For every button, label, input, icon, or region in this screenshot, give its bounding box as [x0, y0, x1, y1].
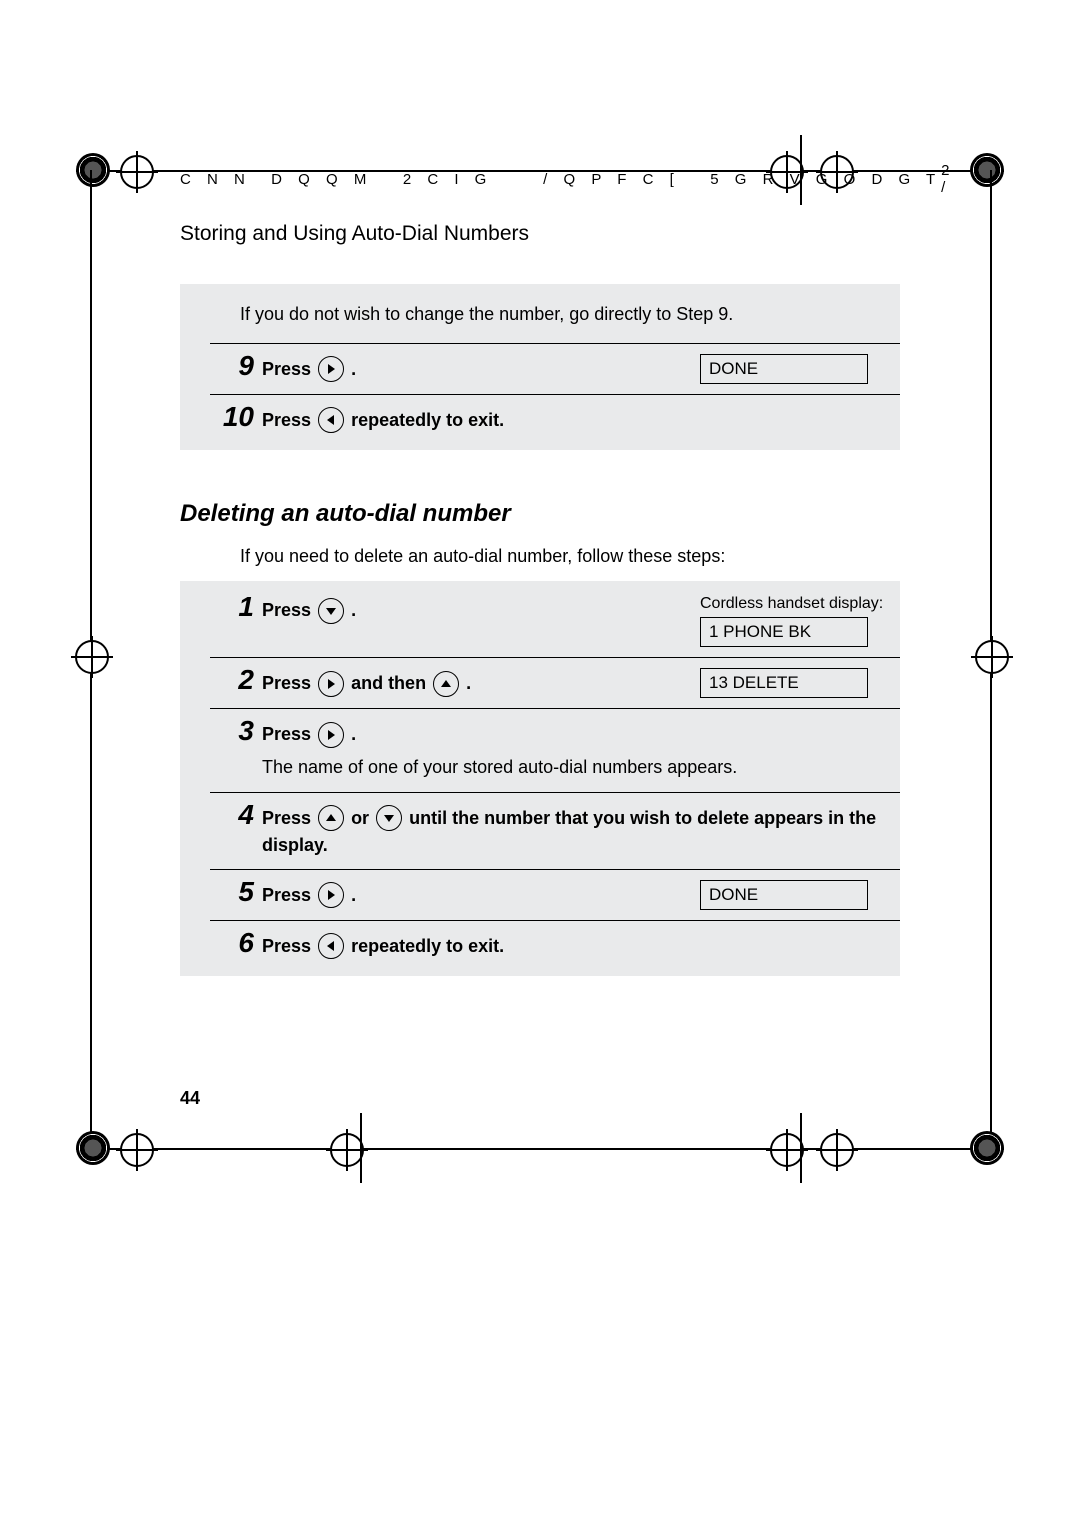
text: Press [262, 936, 316, 956]
text: or [351, 808, 374, 828]
text: Press [262, 808, 316, 828]
step-text: Press . [262, 719, 700, 748]
crosshair-icon [820, 1133, 854, 1167]
crosshair-icon [770, 1133, 804, 1167]
step-number: 4 [210, 801, 262, 829]
step-text: Press repeatedly to exit. [262, 931, 700, 960]
intro-text: If you need to delete an auto-dial numbe… [240, 546, 900, 567]
step-row: 4 Press or until the number that you wis… [210, 792, 900, 869]
up-arrow-icon [318, 805, 344, 831]
lcd-display: DONE [700, 354, 868, 384]
lcd-display: 1 PHONE BK [700, 617, 868, 647]
text: Press [262, 359, 316, 379]
up-arrow-icon [433, 671, 459, 697]
step-number: 6 [210, 929, 262, 957]
step-text: Press or until the number that you wish … [262, 803, 900, 859]
crosshair-icon [330, 1133, 364, 1167]
display-col: 13 DELETE [700, 668, 900, 698]
crosshair-icon [120, 155, 154, 189]
note-text: If you do not wish to change the number,… [180, 294, 900, 343]
step-number: 5 [210, 878, 262, 906]
step-block-a: If you do not wish to change the number,… [180, 284, 900, 450]
text: Press [262, 724, 316, 744]
right-arrow-icon [318, 356, 344, 382]
display-col: Cordless handset display: 1 PHONE BK [700, 595, 900, 647]
page-number: 44 [180, 1088, 200, 1109]
step-number: 2 [210, 666, 262, 694]
right-arrow-icon [318, 882, 344, 908]
step-text: Press . [262, 595, 700, 624]
left-arrow-icon [318, 407, 344, 433]
text: . [351, 359, 356, 379]
down-arrow-icon [376, 805, 402, 831]
registration-mark-icon [970, 1131, 1004, 1165]
step-row: 6 Press repeatedly to exit. [210, 920, 900, 970]
text: . [466, 673, 471, 693]
left-arrow-icon [318, 933, 344, 959]
text: and then [351, 673, 431, 693]
text: Press [262, 673, 316, 693]
lcd-display: 13 DELETE [700, 668, 868, 698]
step-block-b: 1 Press . Cordless handset display: 1 PH… [180, 581, 900, 976]
running-header: C N N D Q Q M 2 C I G / Q P F C [ 5 G R … [180, 162, 900, 196]
step-row: 1 Press . Cordless handset display: 1 PH… [210, 581, 900, 657]
step-text: Press . [262, 880, 700, 909]
registration-mark-icon [76, 1131, 110, 1165]
registration-mark-icon [76, 153, 110, 187]
step-row: 10 Press repeatedly to exit. [210, 394, 900, 444]
text: Press [262, 885, 316, 905]
text: Press [262, 410, 316, 430]
step-extra-text: The name of one of your stored auto-dial… [262, 749, 900, 792]
content: Storing and Using Auto-Dial Numbers If y… [180, 222, 900, 976]
step-text: Press repeatedly to exit. [262, 405, 700, 434]
page: C N N D Q Q M 2 C I G / Q P F C [ 5 G R … [0, 0, 1080, 1528]
crop-tick [360, 1113, 362, 1183]
section-title: Storing and Using Auto-Dial Numbers [180, 222, 900, 246]
text: . [351, 724, 356, 744]
display-label: Cordless handset display: [700, 595, 900, 613]
text: . [351, 885, 356, 905]
step-row: 2 Press and then . 13 DELETE [210, 657, 900, 708]
right-arrow-icon [318, 671, 344, 697]
header-left: C N N D Q Q M 2 C I G / Q P F C [ 5 G R … [180, 171, 941, 188]
text: repeatedly to exit. [351, 410, 504, 430]
text: repeatedly to exit. [351, 936, 504, 956]
crop-bar-bottom [76, 1148, 1004, 1150]
crosshair-icon [975, 640, 1009, 674]
step-row: 9 Press . DONE [210, 343, 900, 394]
crosshair-icon [75, 640, 109, 674]
step-number: 10 [210, 403, 262, 431]
step-text: Press and then . [262, 668, 700, 697]
step-number: 1 [210, 593, 262, 621]
right-arrow-icon [318, 722, 344, 748]
step-number: 3 [210, 717, 262, 745]
crop-tick [800, 1113, 802, 1183]
lcd-display: DONE [700, 880, 868, 910]
step-text: Press . [262, 354, 700, 383]
text: Press [262, 600, 316, 620]
step-row: 3 Press . [210, 708, 900, 748]
down-arrow-icon [318, 598, 344, 624]
subsection-title: Deleting an auto-dial number [180, 500, 900, 528]
crosshair-icon [120, 1133, 154, 1167]
registration-mark-icon [970, 153, 1004, 187]
header-right: 2 / [941, 162, 955, 196]
display-col: DONE [700, 880, 900, 910]
step-row: 5 Press . DONE [210, 869, 900, 920]
text: . [351, 600, 356, 620]
display-col: DONE [700, 354, 900, 384]
step-number: 9 [210, 352, 262, 380]
